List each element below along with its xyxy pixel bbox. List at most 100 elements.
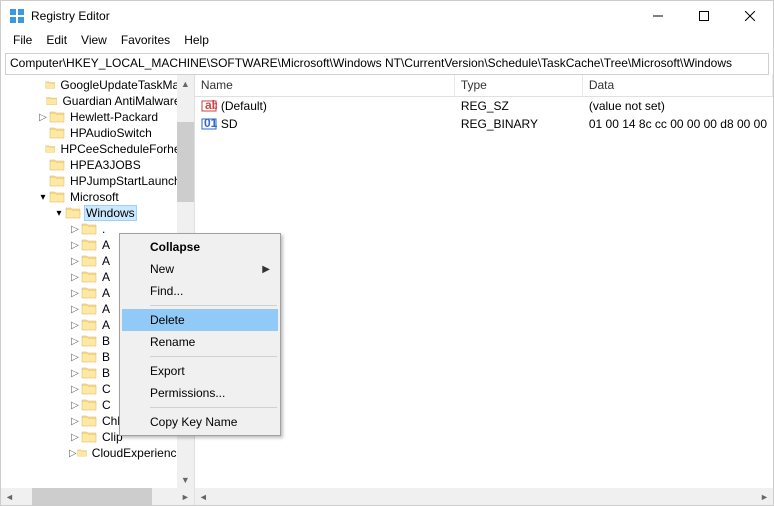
- cell-data: (value not set): [583, 99, 773, 113]
- tree-item[interactable]: HPEA3JOBS: [1, 157, 194, 173]
- minimize-button[interactable]: [635, 1, 681, 31]
- expand-icon[interactable]: ▷: [69, 336, 81, 347]
- collapse-icon[interactable]: ▾: [53, 208, 65, 219]
- cell-name: 011 SD: [195, 117, 455, 131]
- expand-icon[interactable]: ▷: [69, 288, 81, 299]
- maximize-button[interactable]: [681, 1, 727, 31]
- expand-icon[interactable]: ▷: [69, 240, 81, 251]
- tree-item[interactable]: ▾ Windows: [1, 205, 194, 221]
- expand-icon[interactable]: ▷: [69, 448, 77, 459]
- context-copy-key-name[interactable]: Copy Key Name: [122, 411, 278, 433]
- table-row[interactable]: 011 SD REG_BINARY01 00 14 8c cc 00 00 00 d…: [195, 115, 773, 133]
- column-name[interactable]: Name: [195, 75, 455, 96]
- close-button[interactable]: [727, 1, 773, 31]
- tree-item-label: A: [100, 318, 112, 332]
- list-pane: Name Type Data ab(Default)REG_SZ(value n…: [195, 75, 773, 505]
- list-header: Name Type Data: [195, 75, 773, 97]
- expand-icon[interactable]: ▷: [69, 272, 81, 283]
- context-new[interactable]: New ▶: [122, 258, 278, 280]
- tree-item-label: HPEA3JOBS: [68, 158, 143, 172]
- tree-item-label: B: [100, 350, 112, 364]
- menu-separator: [150, 407, 277, 408]
- scroll-right-icon[interactable]: ►: [756, 488, 773, 505]
- tree-item[interactable]: HPAudioSwitch: [1, 125, 194, 141]
- address-bar[interactable]: Computer\HKEY_LOCAL_MACHINE\SOFTWARE\Mic…: [5, 53, 769, 75]
- tree-item-label: HPJumpStartLaunch: [68, 174, 183, 188]
- menu-view[interactable]: View: [75, 31, 113, 51]
- tree-item-label: B: [100, 334, 112, 348]
- context-rename[interactable]: Rename: [122, 331, 278, 353]
- menu-help[interactable]: Help: [178, 31, 215, 51]
- expand-icon[interactable]: ▷: [37, 112, 49, 123]
- expand-icon[interactable]: ▷: [69, 256, 81, 267]
- column-type[interactable]: Type: [455, 75, 583, 96]
- menu-separator: [150, 356, 277, 357]
- tree-item[interactable]: HPJumpStartLaunch: [1, 173, 194, 189]
- tree-item-label: C: [100, 382, 113, 396]
- menubar: File Edit View Favorites Help: [1, 31, 773, 51]
- tree-item[interactable]: HPCeeScheduleForhellc: [1, 141, 194, 157]
- menu-file[interactable]: File: [7, 31, 38, 51]
- titlebar: Registry Editor: [1, 1, 773, 31]
- value-name: (Default): [221, 99, 267, 113]
- tree-item[interactable]: ▾ Microsoft: [1, 189, 194, 205]
- scroll-left-icon[interactable]: ◄: [195, 488, 212, 505]
- tree-item-label: Windows: [84, 205, 137, 221]
- expand-icon[interactable]: ▷: [69, 304, 81, 315]
- expand-icon[interactable]: ▷: [69, 320, 81, 331]
- submenu-arrow-icon: ▶: [262, 264, 270, 275]
- context-new-label: New: [150, 262, 174, 276]
- tree-item-label: HPCeeScheduleForhellc: [58, 142, 193, 156]
- scroll-thumb[interactable]: [177, 122, 194, 202]
- context-delete[interactable]: Delete: [122, 309, 278, 331]
- scroll-right-icon[interactable]: ►: [177, 488, 194, 505]
- cell-name: ab(Default): [195, 99, 455, 113]
- window-title: Registry Editor: [31, 9, 635, 23]
- table-row[interactable]: ab(Default)REG_SZ(value not set): [195, 97, 773, 115]
- expand-icon[interactable]: ▷: [69, 352, 81, 363]
- window-controls: [635, 1, 773, 31]
- tree-scrollbar-horizontal[interactable]: ◄ ►: [1, 488, 194, 505]
- cell-type: REG_BINARY: [455, 117, 583, 131]
- value-name: SD: [221, 117, 238, 131]
- tree-item[interactable]: ▷CloudExperienceH: [1, 445, 194, 461]
- svg-text:011: 011: [204, 117, 217, 130]
- column-data[interactable]: Data: [583, 75, 773, 96]
- tree-item[interactable]: GoogleUpdateTaskMach: [1, 77, 194, 93]
- menu-edit[interactable]: Edit: [40, 31, 73, 51]
- tree-item-label: Microsoft: [68, 190, 121, 204]
- scroll-down-icon[interactable]: ▼: [177, 471, 194, 488]
- expand-icon[interactable]: ▷: [69, 384, 81, 395]
- expand-icon[interactable]: ▷: [69, 224, 81, 235]
- scroll-up-icon[interactable]: ▲: [177, 75, 194, 92]
- tree-item-label: A: [100, 302, 112, 316]
- tree-item-label: Hewlett-Packard: [68, 110, 160, 124]
- scroll-thumb[interactable]: [32, 488, 152, 505]
- expand-icon[interactable]: ▷: [69, 368, 81, 379]
- expand-icon[interactable]: ▷: [69, 400, 81, 411]
- tree-item-label: .: [100, 222, 107, 236]
- cell-data: 01 00 14 8c cc 00 00 00 d8 00 00: [583, 117, 773, 131]
- context-permissions[interactable]: Permissions...: [122, 382, 278, 404]
- tree-item-label: A: [100, 286, 112, 300]
- tree-item-label: B: [100, 366, 112, 380]
- cell-type: REG_SZ: [455, 99, 583, 113]
- scroll-left-icon[interactable]: ◄: [1, 488, 18, 505]
- expand-icon[interactable]: ▷: [69, 416, 81, 427]
- tree-item-label: HPAudioSwitch: [68, 126, 154, 140]
- context-collapse[interactable]: Collapse: [122, 236, 278, 258]
- expand-icon[interactable]: ▷: [69, 432, 81, 443]
- content-area: GoogleUpdateTaskMachGuardian AntiMalware…: [1, 75, 773, 505]
- tree-item-label: A: [100, 270, 112, 284]
- context-export[interactable]: Export: [122, 360, 278, 382]
- list-rows: ab(Default)REG_SZ(value not set) 011 SD REG…: [195, 97, 773, 133]
- tree-item[interactable]: Guardian AntiMalware S: [1, 93, 194, 109]
- tree-item[interactable]: ▷ Hewlett-Packard: [1, 109, 194, 125]
- tree-item-label: A: [100, 238, 112, 252]
- menu-separator: [150, 305, 277, 306]
- context-find[interactable]: Find...: [122, 280, 278, 302]
- tree-item-label: A: [100, 254, 112, 268]
- list-scrollbar-horizontal[interactable]: ◄ ►: [195, 488, 773, 505]
- menu-favorites[interactable]: Favorites: [115, 31, 176, 51]
- collapse-icon[interactable]: ▾: [37, 192, 49, 203]
